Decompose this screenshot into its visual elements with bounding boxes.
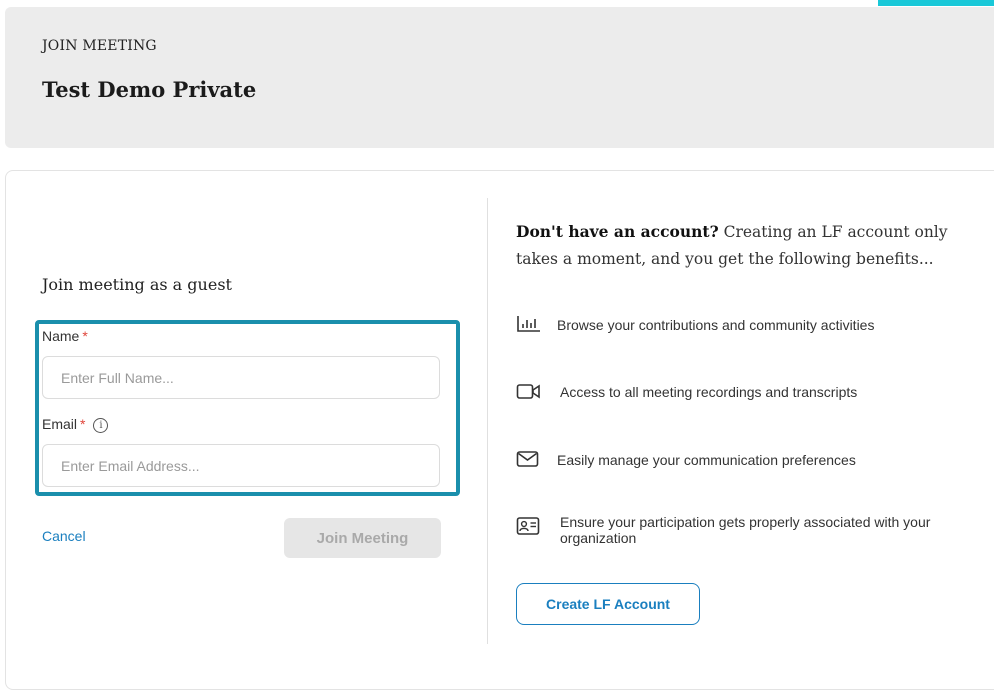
name-label: Name * (42, 328, 88, 344)
video-camera-icon (516, 384, 540, 399)
column-divider (487, 198, 488, 644)
account-promo-text: Don't have an account? Creating an LF ac… (516, 218, 976, 273)
id-card-icon (516, 517, 540, 535)
benefit-text-organization: Ensure your participation gets properly … (560, 514, 931, 546)
bar-chart-icon (517, 316, 540, 332)
promo-lead-bold: Don't have an account? (516, 222, 719, 241)
page-title: Test Demo Private (42, 77, 257, 102)
info-icon[interactable]: i (93, 418, 109, 433)
email-input[interactable] (42, 444, 440, 487)
corner-accent-bar (878, 0, 994, 6)
email-label: Email * i (42, 416, 109, 433)
create-lf-account-button[interactable]: Create LF Account (516, 583, 700, 625)
page-header: JOIN MEETING Test Demo Private (5, 7, 994, 148)
email-required-marker: * (80, 416, 86, 432)
name-required-marker: * (82, 328, 88, 344)
guest-form-heading: Join meeting as a guest (42, 275, 232, 294)
benefit-text-preferences: Easily manage your communication prefere… (557, 452, 856, 468)
email-label-text: Email (42, 416, 78, 432)
header-eyebrow: JOIN MEETING (42, 38, 157, 54)
benefit-text-recordings: Access to all meeting recordings and tra… (560, 384, 858, 400)
benefit-text-contributions: Browse your contributions and community … (557, 317, 875, 333)
name-input[interactable] (42, 356, 440, 399)
envelope-icon (516, 451, 539, 467)
cancel-link[interactable]: Cancel (42, 528, 86, 544)
join-meeting-button[interactable]: Join Meeting (284, 518, 441, 558)
name-label-text: Name (42, 328, 80, 344)
